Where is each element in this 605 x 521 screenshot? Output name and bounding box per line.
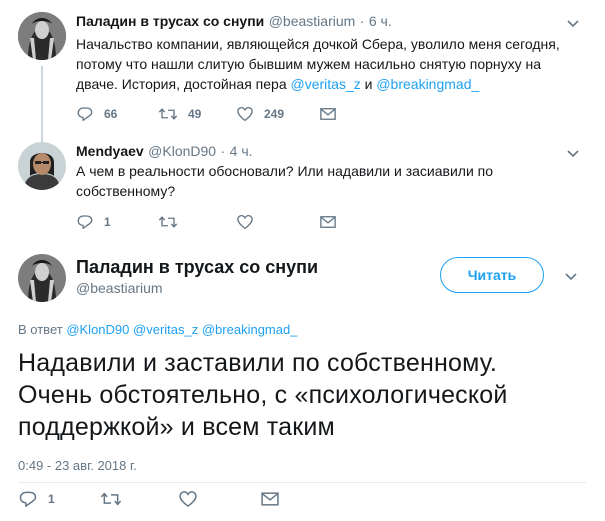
divider bbox=[18, 482, 586, 483]
reply-button[interactable]: 1 bbox=[18, 490, 55, 508]
avatar[interactable] bbox=[18, 142, 66, 190]
reply-count: 1 bbox=[48, 492, 55, 506]
dm-icon bbox=[320, 108, 336, 120]
tweet-text: Начальство компании, являющейся дочкой С… bbox=[76, 34, 576, 94]
reply-icon bbox=[77, 215, 93, 230]
reply-button[interactable]: 1 bbox=[76, 213, 111, 231]
reply-count: 1 bbox=[104, 215, 111, 229]
separator-dot: · bbox=[220, 143, 226, 159]
tweet-text-line: Очень обстоятельно, с «психологической bbox=[18, 381, 508, 409]
tweet-1[interactable]: Паладин в трусах со снупи @beastiarium ·… bbox=[0, 0, 605, 142]
mention-link[interactable]: @breakingmad_ bbox=[376, 76, 479, 92]
retweet-button[interactable]: 49 bbox=[158, 105, 201, 123]
like-icon bbox=[237, 106, 253, 122]
tweet-header: Mendyaev @KlonD90 · 4 ч. bbox=[76, 142, 253, 161]
dm-button[interactable] bbox=[319, 213, 337, 231]
tweet-time[interactable]: 6 ч. bbox=[369, 13, 392, 29]
chevron-down-icon[interactable] bbox=[565, 15, 581, 31]
reply-context: В ответ @KlonD90 @veritas_z @breakingmad… bbox=[18, 322, 297, 337]
dm-icon bbox=[261, 492, 279, 506]
dm-button[interactable] bbox=[260, 490, 280, 508]
mention-link[interactable]: @breakingmad_ bbox=[202, 322, 298, 337]
reply-icon bbox=[19, 491, 37, 507]
tweet-text-line: Начальство компании, являющейся дочкой С… bbox=[76, 36, 560, 52]
tweet-text: А чем в реальности обосновали? Или надав… bbox=[76, 161, 576, 201]
separator-dot: · bbox=[359, 13, 365, 29]
tweet-header: Паладин в трусах со снупи @beastiarium ·… bbox=[76, 12, 392, 31]
avatar[interactable] bbox=[18, 12, 66, 60]
author-name[interactable]: Паладин в трусах со снупи bbox=[76, 13, 264, 29]
tweet-time[interactable]: 4 ч. bbox=[230, 143, 253, 159]
tweet-text-line: А чем в реальности обосновали? Или надав… bbox=[76, 163, 494, 179]
retweet-count: 49 bbox=[188, 107, 202, 121]
mention-link[interactable]: @KlonD90 bbox=[66, 322, 129, 337]
tweet-actions: 66 49 249 bbox=[76, 105, 376, 123]
main-tweet: Паладин в трусах со снупи @beastiarium Ч… bbox=[0, 240, 605, 521]
like-icon bbox=[237, 214, 253, 230]
reply-count: 66 bbox=[104, 107, 118, 121]
mention-link[interactable]: @veritas_z bbox=[291, 76, 361, 92]
chevron-down-icon[interactable] bbox=[565, 145, 581, 161]
author-handle[interactable]: @KlonD90 bbox=[148, 143, 216, 159]
tweet-actions: 1 bbox=[76, 213, 376, 231]
tweet-text-line: поддержкой» и всем таким bbox=[18, 413, 335, 441]
author-handle[interactable]: @beastiarium bbox=[269, 13, 356, 29]
avatar-image bbox=[18, 254, 66, 302]
retweet-icon bbox=[158, 216, 178, 228]
avatar-image bbox=[18, 142, 66, 190]
dm-button[interactable] bbox=[319, 105, 337, 123]
author-name[interactable]: Mendyaev bbox=[76, 143, 144, 159]
tweet-text-line: Надавили и заставили по собственному. bbox=[18, 349, 498, 377]
tweet-text-line: собственному? bbox=[76, 183, 176, 199]
reply-icon bbox=[77, 107, 93, 122]
retweet-button[interactable] bbox=[100, 490, 132, 508]
tweet-timestamp[interactable]: 0:49 - 23 авг. 2018 г. bbox=[18, 458, 137, 473]
author-name[interactable]: Паладин в трусах со снупи bbox=[76, 257, 318, 278]
tweet-text-line: дваче. История, достойная пера @veritas_… bbox=[76, 76, 480, 92]
dm-icon bbox=[320, 216, 336, 228]
mention-link[interactable]: @veritas_z bbox=[133, 322, 198, 337]
reply-prefix: В ответ bbox=[18, 322, 67, 337]
chevron-down-icon[interactable] bbox=[563, 268, 579, 284]
like-icon bbox=[179, 491, 197, 508]
retweet-button[interactable] bbox=[158, 213, 188, 231]
tweet-text: Надавили и заставили по собственному. Оч… bbox=[18, 347, 598, 443]
retweet-icon bbox=[158, 108, 178, 120]
tweet-2[interactable]: Mendyaev @KlonD90 · 4 ч. А чем в реально… bbox=[0, 130, 605, 240]
avatar[interactable] bbox=[18, 254, 66, 302]
follow-button[interactable]: Читать bbox=[440, 257, 544, 293]
tweet-text-line: потому что нашли слитую бывшим мужем нас… bbox=[76, 56, 542, 72]
avatar-image bbox=[18, 12, 66, 60]
like-button[interactable]: 249 bbox=[236, 105, 284, 123]
retweet-icon bbox=[100, 492, 122, 506]
author-handle[interactable]: @beastiarium bbox=[76, 280, 163, 296]
like-button[interactable] bbox=[178, 490, 208, 508]
reply-button[interactable]: 66 bbox=[76, 105, 117, 123]
like-count: 249 bbox=[264, 107, 285, 121]
tweet-actions: 1 bbox=[18, 490, 318, 508]
like-button[interactable] bbox=[236, 213, 264, 231]
